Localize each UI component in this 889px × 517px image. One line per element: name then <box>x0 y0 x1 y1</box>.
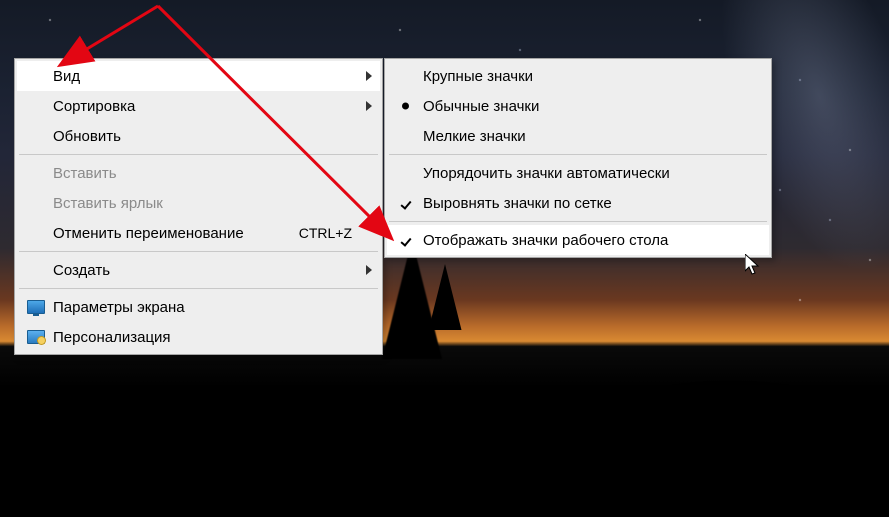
menu-item-sort[interactable]: Сортировка <box>17 91 380 121</box>
menu-label: Вставить <box>53 165 117 182</box>
menu-item-auto-arrange[interactable]: Упорядочить значки автоматически <box>387 158 769 188</box>
menu-item-align-grid[interactable]: Выровнять значки по сетке <box>387 188 769 218</box>
menu-label: Вид <box>53 68 80 85</box>
menu-item-small-icons[interactable]: Мелкие значки <box>387 121 769 151</box>
chevron-right-icon <box>366 71 372 81</box>
menu-item-view[interactable]: Вид <box>17 61 380 91</box>
menu-item-personalize[interactable]: Персонализация <box>17 322 380 352</box>
menu-label: Мелкие значки <box>423 128 526 145</box>
menu-item-refresh[interactable]: Обновить <box>17 121 380 151</box>
menu-label: Сортировка <box>53 98 135 115</box>
context-menu-view-submenu: Крупные значки Обычные значки Мелкие зна… <box>384 58 772 258</box>
menu-separator <box>19 251 378 252</box>
menu-label: Отображать значки рабочего стола <box>423 232 668 249</box>
menu-separator <box>19 154 378 155</box>
menu-item-medium-icons[interactable]: Обычные значки <box>387 91 769 121</box>
menu-label: Вставить ярлык <box>53 195 163 212</box>
menu-label: Крупные значки <box>423 68 533 85</box>
menu-item-new[interactable]: Создать <box>17 255 380 285</box>
display-icon <box>27 300 45 314</box>
menu-item-show-desktop-icons[interactable]: Отображать значки рабочего стола <box>387 225 769 255</box>
check-icon <box>399 233 413 247</box>
menu-separator <box>389 154 767 155</box>
menu-item-paste-shortcut: Вставить ярлык <box>17 188 380 218</box>
chevron-right-icon <box>366 265 372 275</box>
menu-item-large-icons[interactable]: Крупные значки <box>387 61 769 91</box>
chevron-right-icon <box>366 101 372 111</box>
menu-separator <box>19 288 378 289</box>
personalize-icon <box>27 330 45 344</box>
menu-label: Отменить переименование <box>53 225 244 242</box>
menu-item-undo-rename[interactable]: Отменить переименование CTRL+Z <box>17 218 380 248</box>
radio-icon <box>402 103 409 110</box>
context-menu-main: Вид Сортировка Обновить Вставить Вставит… <box>14 58 383 355</box>
menu-label: Упорядочить значки автоматически <box>423 165 670 182</box>
menu-item-paste: Вставить <box>17 158 380 188</box>
menu-shortcut: CTRL+Z <box>299 225 352 241</box>
menu-label: Обновить <box>53 128 121 145</box>
menu-label: Обычные значки <box>423 98 539 115</box>
menu-label: Выровнять значки по сетке <box>423 195 612 212</box>
menu-label: Параметры экрана <box>53 299 185 316</box>
menu-item-display-settings[interactable]: Параметры экрана <box>17 292 380 322</box>
check-icon <box>399 196 413 210</box>
menu-label: Создать <box>53 262 110 279</box>
menu-separator <box>389 221 767 222</box>
menu-label: Персонализация <box>53 329 171 346</box>
